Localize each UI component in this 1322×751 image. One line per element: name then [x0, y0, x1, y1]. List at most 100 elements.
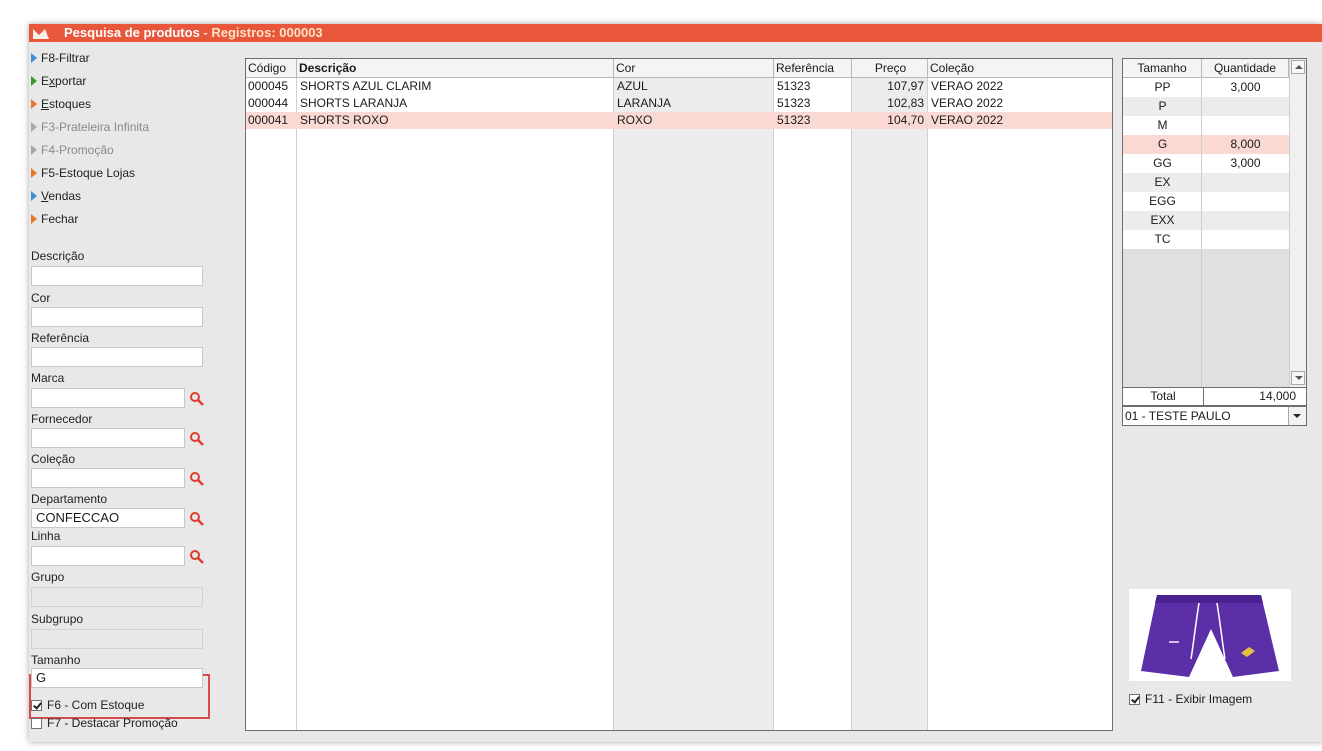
destacar-promocao-checkbox[interactable]: F7 - Destacar Promoção	[31, 716, 178, 730]
table-row[interactable]: 000044 SHORTS LARANJA LARANJA 51323 102,…	[246, 95, 1112, 112]
size-row[interactable]: TC	[1123, 230, 1289, 249]
arrow-icon	[31, 214, 37, 224]
departamento-search-icon[interactable]	[189, 511, 205, 527]
arrow-icon	[31, 145, 37, 155]
sizes-scrollbar[interactable]	[1289, 59, 1306, 387]
fornecedor-search-icon[interactable]	[189, 431, 205, 447]
linha-search-icon[interactable]	[189, 549, 205, 565]
col-header-colecao[interactable]: Coleção	[928, 59, 1112, 77]
sizes-grid[interactable]: Tamanho Quantidade PP 3,000 P M G 8,000 GG…	[1122, 58, 1307, 388]
tamanho-input[interactable]: G	[31, 668, 203, 688]
size-row[interactable]: M	[1123, 116, 1289, 135]
grid-divider	[773, 59, 774, 730]
col-header-preco[interactable]: Preço	[852, 59, 928, 77]
arrow-icon	[31, 168, 37, 178]
cell-tamanho: G	[1157, 137, 1168, 151]
menu-fechar[interactable]: Fechar	[31, 209, 78, 229]
grid-column-cor	[613, 59, 773, 730]
col-header-referencia[interactable]: Referência	[774, 59, 852, 77]
marca-search-icon[interactable]	[189, 391, 205, 407]
cell-descricao: SHORTS AZUL CLARIM	[300, 79, 432, 93]
colecao-search-icon[interactable]	[189, 471, 205, 487]
chevron-up-icon	[1295, 65, 1303, 69]
menu-prateleira-infinita[interactable]: F3-Prateleira Infinita	[31, 117, 149, 137]
arrow-icon	[31, 99, 37, 109]
cell-quantidade: 3,000	[1230, 80, 1261, 94]
cell-referencia: 51323	[777, 79, 811, 93]
checkbox-checked-icon	[31, 700, 42, 711]
size-row[interactable]: PP 3,000	[1123, 78, 1289, 97]
subgrupo-input[interactable]	[31, 629, 203, 649]
product-search-window: Pesquisa de produtos - Registros: 000003…	[29, 24, 1322, 742]
col-header-descricao[interactable]: Descrição	[297, 59, 614, 77]
filter-sidebar: F8-Filtrar Exportar Estoques F3-Pratelei…	[29, 51, 219, 742]
col-header-cor[interactable]: Cor	[614, 59, 774, 77]
referencia-input[interactable]	[31, 347, 203, 367]
com-estoque-checkbox[interactable]: F6 - Com Estoque	[31, 698, 144, 712]
menu-filtrar[interactable]: F8-Filtrar	[31, 48, 90, 68]
store-select-value: 01 - TESTE PAULO	[1125, 409, 1231, 423]
grupo-label: Grupo	[31, 570, 65, 584]
cell-quantidade: 8,000	[1230, 137, 1261, 151]
menu-exportar[interactable]: Exportar	[31, 71, 86, 91]
total-label: Total	[1123, 388, 1204, 405]
linha-label: Linha	[31, 529, 61, 543]
store-select[interactable]: 01 - TESTE PAULO	[1122, 406, 1307, 426]
window-title: Pesquisa de produtos - Registros: 000003	[64, 25, 323, 40]
cell-quantidade: 3,000	[1230, 156, 1261, 170]
cell-codigo: 000041	[248, 113, 289, 127]
cell-quantidade	[1202, 173, 1289, 192]
cor-input[interactable]	[31, 307, 203, 327]
fornecedor-input[interactable]	[31, 428, 185, 448]
scroll-up-button[interactable]	[1291, 60, 1305, 74]
cor-label: Cor	[31, 291, 51, 305]
cell-cor: AZUL	[617, 79, 648, 93]
cell-preco: 102,83	[887, 96, 924, 110]
record-count: Registros: 000003	[211, 25, 323, 40]
sizes-grid-header: Tamanho Quantidade	[1123, 59, 1289, 78]
exibir-imagem-checkbox[interactable]: F11 - Exibir Imagem	[1129, 692, 1252, 706]
products-grid[interactable]: Código Descrição Cor Referência Preço Co…	[245, 58, 1113, 731]
grupo-input[interactable]	[31, 587, 203, 607]
sizes-total-row: Total 14,000	[1122, 388, 1307, 406]
size-row[interactable]: P	[1123, 97, 1289, 116]
grid-header: Código Descrição Cor Referência Preço Co…	[246, 59, 1112, 78]
cell-quantidade	[1202, 211, 1289, 230]
total-value: 14,000	[1259, 389, 1296, 403]
departamento-input[interactable]: CONFECCAO	[31, 508, 185, 528]
title-bar: Pesquisa de produtos - Registros: 000003	[29, 24, 1322, 42]
cell-descricao: SHORTS ROXO	[300, 113, 389, 127]
menu-promocao[interactable]: F4-Promoção	[31, 140, 114, 160]
menu-estoques[interactable]: Estoques	[31, 94, 91, 114]
size-row[interactable]: GG 3,000	[1123, 154, 1289, 173]
size-row[interactable]: EGG	[1123, 192, 1289, 211]
checkbox-checked-icon	[1129, 694, 1140, 705]
colecao-input[interactable]	[31, 468, 185, 488]
cell-tamanho: TC	[1154, 232, 1171, 246]
descricao-label: Descrição	[31, 249, 85, 263]
arrow-icon	[31, 122, 37, 132]
table-row-selected[interactable]: 000041 SHORTS ROXO ROXO 51323 104,70 VER…	[246, 112, 1112, 129]
chevron-down-icon	[1293, 414, 1301, 418]
size-row[interactable]: EXX	[1123, 211, 1289, 230]
col-header-tamanho[interactable]: Tamanho	[1123, 59, 1202, 77]
departamento-label: Departamento	[31, 492, 108, 506]
scroll-down-button[interactable]	[1291, 371, 1305, 385]
marca-input[interactable]	[31, 388, 185, 408]
cell-quantidade	[1202, 97, 1289, 116]
store-select-dropdown-button[interactable]	[1288, 407, 1306, 425]
descricao-input[interactable]	[31, 266, 203, 286]
col-header-quantidade[interactable]: Quantidade	[1202, 59, 1289, 77]
size-row[interactable]: EX	[1123, 173, 1289, 192]
product-image	[1129, 589, 1291, 681]
menu-vendas[interactable]: Vendas	[31, 186, 81, 206]
linha-input[interactable]	[31, 546, 185, 566]
cell-quantidade	[1202, 192, 1289, 211]
table-row[interactable]: 000045 SHORTS AZUL CLARIM AZUL 51323 107…	[246, 78, 1112, 95]
menu-estoque-lojas[interactable]: F5-Estoque Lojas	[31, 163, 135, 183]
col-header-codigo[interactable]: Código	[246, 59, 297, 77]
cell-referencia: 51323	[777, 96, 811, 110]
size-row-selected[interactable]: G 8,000	[1123, 135, 1289, 154]
cell-quantidade	[1202, 116, 1289, 135]
cell-tamanho: PP	[1154, 80, 1171, 94]
